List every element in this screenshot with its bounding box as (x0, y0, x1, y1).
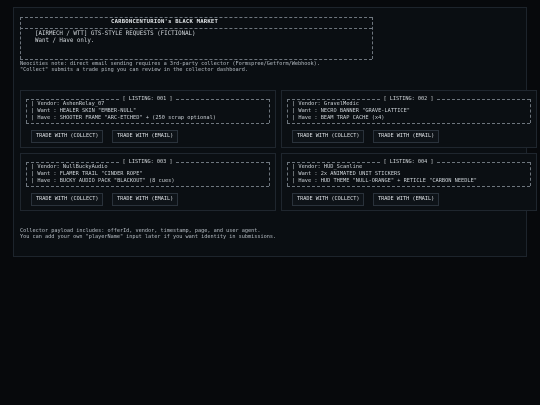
trade-email-button[interactable]: TRADE WITH (EMAIL) (112, 193, 179, 206)
have-line: | Have : HUD THEME "NULL-ORANGE" + RETIC… (292, 178, 477, 184)
header-tag: [AIRMECH / WTT] GTS-STYLE REQUESTS (FICT… (35, 31, 196, 37)
listing-label: [ LISTING: 002 ] (381, 96, 436, 102)
listing-label: [ LISTING: 004 ] (381, 159, 436, 165)
listing-card: [ LISTING: 001 ] | Vendor: AshenRelay_07… (20, 90, 276, 148)
want-line: | Want : NECRO BANNER "GRAVE-LATTICE" (292, 108, 410, 114)
listing-label: [ LISTING: 001 ] (120, 96, 175, 102)
listing-card: [ LISTING: 002 ] | Vendor: GravelMedic |… (281, 90, 537, 148)
have-line: | Have : SHOOTER FRAME "ARC-ETCHED" + (2… (31, 115, 216, 121)
player-name-note: You can add your own "playerName" input … (20, 234, 277, 240)
trade-email-button[interactable]: TRADE WITH (EMAIL) (112, 130, 179, 143)
trade-collect-button[interactable]: TRADE WITH (COLLECT) (292, 193, 365, 206)
listing-label: [ LISTING: 003 ] (120, 159, 175, 165)
trade-email-button[interactable]: TRADE WITH (EMAIL) (373, 193, 440, 206)
vendor-line: | Vendor: GravelMedic (292, 101, 359, 107)
trade-collect-button[interactable]: TRADE WITH (COLLECT) (31, 193, 104, 206)
want-line: | Want : 2x ANIMATED UNIT STICKERS (292, 171, 401, 177)
trade-collect-button[interactable]: TRADE WITH (COLLECT) (31, 130, 104, 143)
have-line: | Have : BEAM TRAP CACHE (x4) (292, 115, 385, 121)
listing-card: [ LISTING: 004 ] | Vendor: HUD_Scanline … (281, 153, 537, 211)
page-title: CARBONCENTURION's BLACK MARKET (111, 19, 219, 25)
vendor-line: | Vendor: AshenRelay_07 (31, 101, 105, 107)
market-header: CARBONCENTURION's BLACK MARKET [AIRMECH … (20, 13, 373, 60)
have-line: | Have : BUCKY AUDIO PACK "BLACKOUT" (8 … (31, 178, 175, 184)
vendor-line: | Vendor: NullBuckyAudio (31, 164, 108, 170)
header-subtitle: Want / Have only. (35, 38, 95, 44)
want-line: | Want : FLAMER TRAIL "CINDER ROPE" (31, 171, 143, 177)
want-line: | Want : HEALER SKIN "EMBER-NULL" (31, 108, 137, 114)
collect-note: "Collect" submits a trade ping you can r… (20, 67, 248, 73)
trade-email-button[interactable]: TRADE WITH (EMAIL) (373, 130, 440, 143)
listing-card: [ LISTING: 003 ] | Vendor: NullBuckyAudi… (20, 153, 276, 211)
vendor-line: | Vendor: HUD_Scanline (292, 164, 363, 170)
trade-collect-button[interactable]: TRADE WITH (COLLECT) (292, 130, 365, 143)
